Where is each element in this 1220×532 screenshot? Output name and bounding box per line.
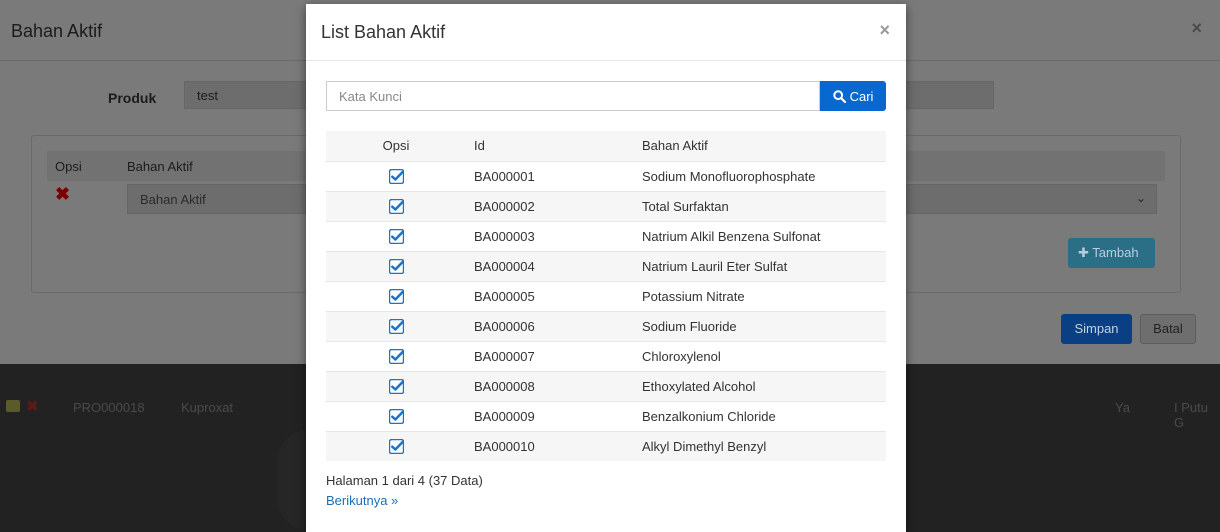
checkbox-checked-icon[interactable] bbox=[388, 228, 404, 244]
row-bahan-aktif: Natrium Alkil Benzena Sulfonat bbox=[642, 229, 821, 244]
table-row: BA000003 Natrium Alkil Benzena Sulfonat bbox=[326, 221, 886, 251]
chevron-down-icon: ⌄ bbox=[1135, 191, 1146, 205]
row-option bbox=[326, 402, 466, 431]
row-id: BA000009 bbox=[474, 409, 535, 424]
plus-icon: ✚ bbox=[1078, 245, 1089, 260]
checkbox-checked-icon[interactable] bbox=[388, 438, 404, 454]
row-bahan-aktif: Sodium Fluoride bbox=[642, 319, 737, 334]
delete-icon: ✖ bbox=[26, 398, 39, 415]
modal-title: Bahan Aktif bbox=[11, 21, 103, 41]
remove-row-icon[interactable]: ✖ bbox=[55, 184, 70, 205]
opsi-header: Opsi bbox=[382, 138, 410, 153]
checkbox-checked-icon[interactable] bbox=[388, 318, 404, 334]
modal-title: List Bahan Aktif bbox=[321, 22, 446, 42]
cari-button[interactable]: Cari bbox=[820, 81, 886, 111]
checkbox-checked-icon[interactable] bbox=[388, 198, 404, 214]
row-id: BA000002 bbox=[474, 199, 535, 214]
simpan-button[interactable]: Simpan bbox=[1061, 314, 1132, 344]
row-bahan-aktif: Alkyl Dimethyl Benzyl bbox=[642, 439, 767, 454]
row-option bbox=[326, 282, 466, 311]
product-user: I Putu G bbox=[1174, 400, 1208, 430]
bahan-aktif-header: Bahan Aktif bbox=[127, 159, 193, 174]
edit-icon bbox=[6, 400, 20, 412]
modal-header: List Bahan Aktif × bbox=[306, 4, 906, 61]
row-id: BA000008 bbox=[474, 379, 535, 394]
table-row: BA000007 Chloroxylenol bbox=[326, 341, 886, 371]
search-icon bbox=[832, 89, 846, 103]
search-input[interactable] bbox=[326, 81, 820, 111]
checkbox-checked-icon[interactable] bbox=[388, 378, 404, 394]
row-option bbox=[326, 312, 466, 341]
row-bahan-aktif: Potassium Nitrate bbox=[642, 289, 745, 304]
table-row: BA000008 Ethoxylated Alcohol bbox=[326, 371, 886, 401]
bahan-aktif-table: Opsi Id Bahan Aktif BA000001 Sodium Monof… bbox=[326, 131, 886, 461]
product-name: Kuproxat bbox=[181, 400, 234, 415]
checkbox-checked-icon[interactable] bbox=[388, 348, 404, 364]
row-option bbox=[326, 372, 466, 401]
list-bahan-aktif-modal: List Bahan Aktif × Cari Opsi Id Bahan Ak… bbox=[306, 4, 906, 532]
row-id: BA000007 bbox=[474, 349, 535, 364]
table-header-row: Opsi Id Bahan Aktif bbox=[326, 131, 886, 161]
checkbox-checked-icon[interactable] bbox=[388, 258, 404, 274]
tambah-button[interactable]: ✚ Tambah bbox=[1068, 238, 1155, 268]
pagination-info: Halaman 1 dari 4 (37 Data) bbox=[326, 473, 483, 488]
bahan-aktif-header: Bahan Aktif bbox=[642, 138, 708, 153]
row-bahan-aktif: Chloroxylenol bbox=[642, 349, 721, 364]
row-id: BA000003 bbox=[474, 229, 535, 244]
row-option bbox=[326, 432, 466, 461]
product-id: PRO000018 bbox=[73, 400, 145, 415]
row-bahan-aktif: Total Surfaktan bbox=[642, 199, 729, 214]
table-row: BA000002 Total Surfaktan bbox=[326, 191, 886, 221]
row-option bbox=[326, 192, 466, 221]
row-option bbox=[326, 162, 466, 191]
row-id: BA000005 bbox=[474, 289, 535, 304]
checkbox-checked-icon[interactable] bbox=[388, 408, 404, 424]
row-bahan-aktif: Ethoxylated Alcohol bbox=[642, 379, 756, 394]
checkbox-checked-icon[interactable] bbox=[388, 288, 404, 304]
table-row: BA000006 Sodium Fluoride bbox=[326, 311, 886, 341]
table-row: BA000010 Alkyl Dimethyl Benzyl bbox=[326, 431, 886, 461]
row-option bbox=[326, 252, 466, 281]
produk-label: Produk bbox=[108, 90, 157, 106]
tambah-label: Tambah bbox=[1092, 245, 1139, 260]
product-status: Ya bbox=[1115, 400, 1130, 415]
row-bahan-aktif: Benzalkonium Chloride bbox=[642, 409, 776, 424]
row-id: BA000004 bbox=[474, 259, 535, 274]
table-row: BA000009 Benzalkonium Chloride bbox=[326, 401, 886, 431]
cari-label: Cari bbox=[849, 88, 874, 104]
batal-button[interactable]: Batal bbox=[1140, 314, 1196, 344]
row-id: BA000006 bbox=[474, 319, 535, 334]
opsi-header: Opsi bbox=[55, 159, 82, 174]
row-id: BA000001 bbox=[474, 169, 535, 184]
select-placeholder: Bahan Aktif bbox=[140, 192, 206, 207]
table-row: BA000001 Sodium Monofluorophosphate bbox=[326, 161, 886, 191]
table-row: BA000004 Natrium Lauril Eter Sulfat bbox=[326, 251, 886, 281]
close-icon[interactable]: × bbox=[879, 20, 890, 41]
close-icon[interactable]: × bbox=[1191, 18, 1202, 39]
table-row: BA000005 Potassium Nitrate bbox=[326, 281, 886, 311]
row-option bbox=[326, 222, 466, 251]
row-option bbox=[326, 342, 466, 371]
next-page-link[interactable]: Berikutnya » bbox=[326, 493, 398, 508]
row-bahan-aktif: Natrium Lauril Eter Sulfat bbox=[642, 259, 788, 274]
id-header: Id bbox=[474, 138, 485, 153]
checkbox-checked-icon[interactable] bbox=[388, 168, 404, 184]
row-id: BA000010 bbox=[474, 439, 535, 454]
row-bahan-aktif: Sodium Monofluorophosphate bbox=[642, 169, 816, 184]
